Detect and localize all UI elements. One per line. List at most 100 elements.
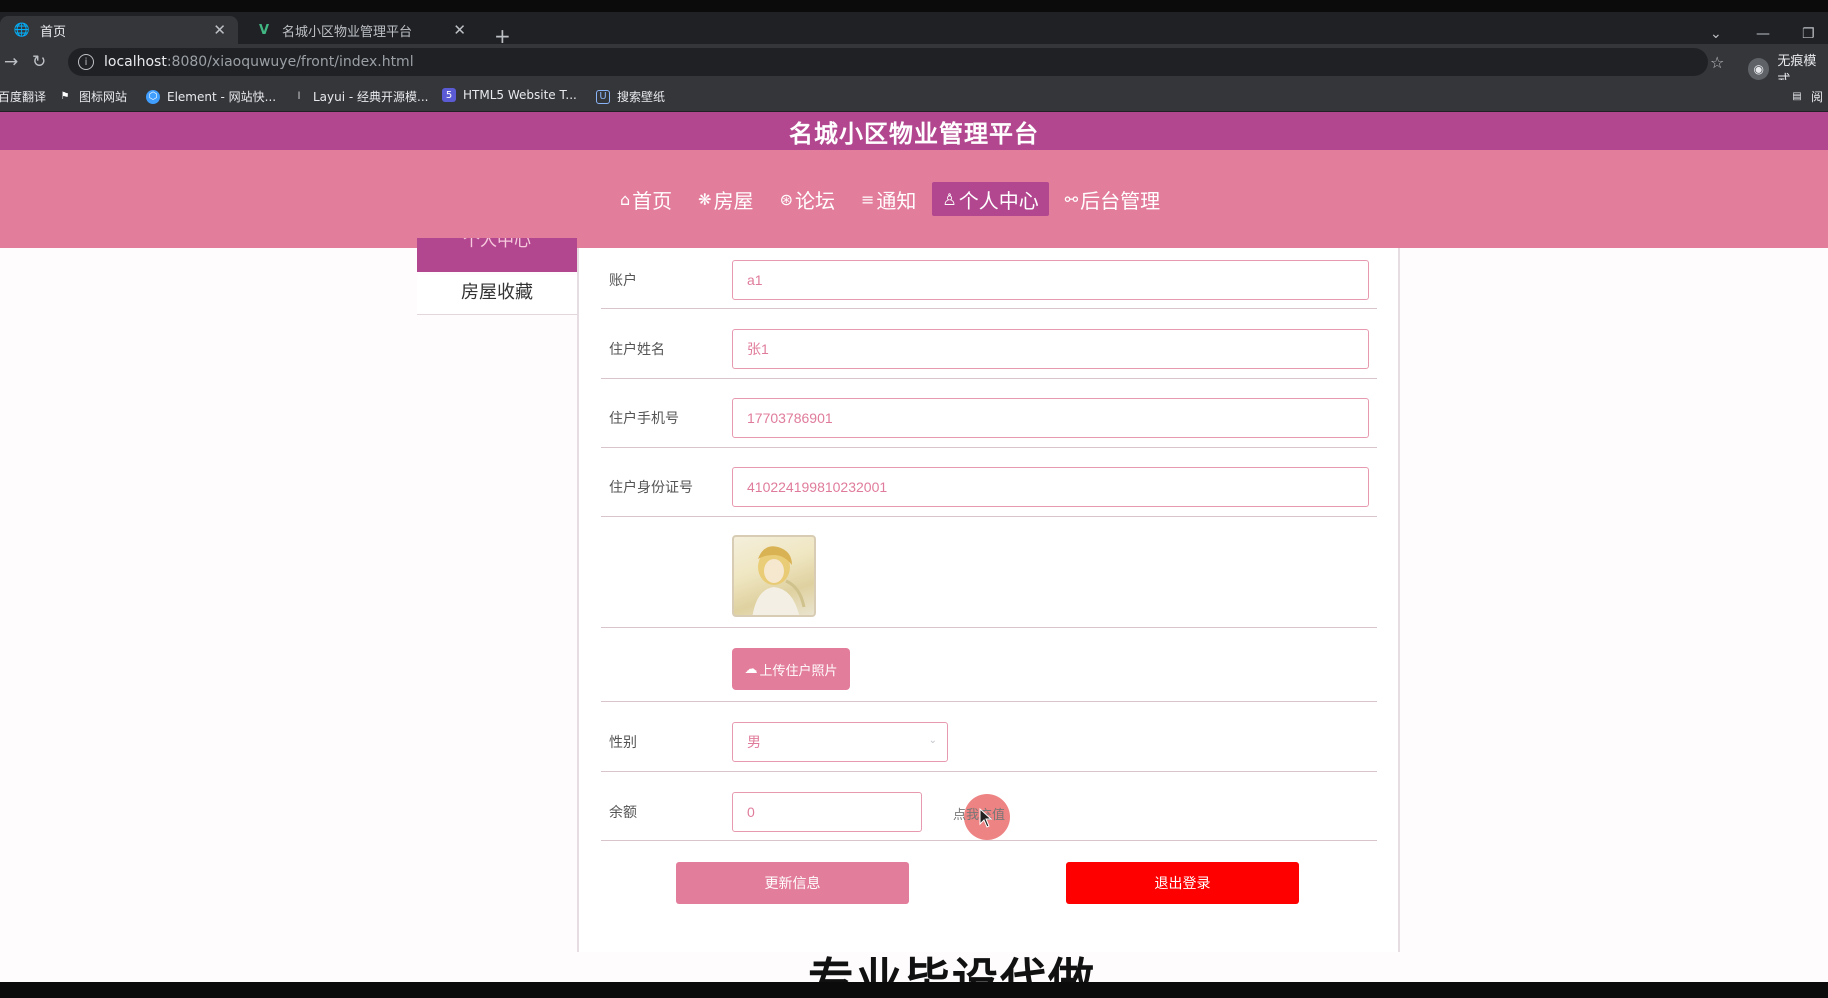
phone-label: 住户手机号 — [609, 411, 679, 427]
tab-title: 名城小区物业管理平台 — [282, 24, 413, 40]
flag-icon: ⚑ — [60, 91, 70, 102]
reading-list-icon: ▤ — [1792, 91, 1802, 102]
bookmark-label: 百度翻译 — [0, 90, 47, 104]
account-input[interactable]: a1 — [732, 260, 1369, 300]
id-label: 住户身份证号 — [609, 480, 693, 496]
close-icon[interactable]: ✕ — [213, 21, 226, 39]
chevron-down-icon: ⌄ — [928, 735, 937, 746]
watermark-label: 专业毕设代做 — [808, 953, 1096, 982]
reading-list[interactable]: ▤ 阅 — [1790, 88, 1823, 105]
reload-icon[interactable]: ↻ — [32, 52, 46, 72]
nav-personal-center[interactable]: ♙ 个人中心 — [932, 182, 1049, 216]
nav-label: 通知 — [876, 188, 917, 213]
form-row-id: 住户身份证号 410224199810232001 — [601, 448, 1377, 517]
upload-label: 上传住户照片 — [759, 663, 838, 679]
url-host: localhost — [104, 54, 167, 70]
sidebar-item-label: 个人中心 — [463, 238, 531, 251]
upload-photo-button[interactable]: ☁ 上传住户照片 — [732, 648, 850, 690]
form-row-account: 账户 a1 — [601, 248, 1377, 309]
chevron-down-icon[interactable]: ⌄ — [1710, 26, 1722, 42]
main-nav: ⌂ 首页 ❋ 房屋 ⊛ 论坛 ≡ 通知 ♙ 个人中心 ⚯ 后台管理 — [0, 150, 1828, 248]
nav-label: 论坛 — [794, 188, 835, 213]
browser-tab-bar: 🌐 首页 ✕ V 名城小区物业管理平台 ✕ + ⌄ — ❐ — [0, 0, 1828, 48]
star-icon[interactable]: ☆ — [1710, 53, 1724, 72]
form-row-name: 住户姓名 张1 — [601, 309, 1377, 379]
user-icon: ♙ — [942, 189, 957, 209]
form-row-balance: 余额 0 点我充值 — [601, 772, 1377, 841]
globe-icon: 🌐 — [13, 22, 31, 38]
site-title: 名城小区物业管理平台 — [789, 119, 1039, 148]
bookmark-item[interactable]: ⬡ Element - 网站快... — [146, 88, 276, 105]
form-row-gender: 性别 男 ⌄ — [601, 702, 1377, 772]
gender-label: 性别 — [609, 735, 637, 751]
form-row-photo — [601, 517, 1377, 628]
bookmark-item[interactable]: U 搜索壁纸 — [596, 88, 665, 105]
cloud-upload-icon: ☁ — [744, 661, 758, 677]
home-icon: ⌂ — [620, 189, 631, 209]
bookmark-label: 图标网站 — [79, 90, 128, 104]
site-header: 名城小区物业管理平台 — [0, 112, 1828, 150]
bookmark-item[interactable]: 5 HTML5 Website T... — [442, 88, 577, 102]
nav-home[interactable]: ⌂ 首页 — [610, 182, 682, 216]
layui-icon: l — [297, 91, 301, 102]
balance-input[interactable]: 0 — [732, 792, 922, 832]
account-label: 账户 — [609, 273, 637, 289]
form-row-upload: ☁ 上传住户照片 — [601, 628, 1377, 702]
flower-icon: ❋ — [698, 189, 712, 209]
gender-select[interactable]: 男 ⌄ — [732, 722, 948, 762]
link-icon: ⚯ — [1064, 189, 1079, 209]
reading-list-label: 阅 — [1811, 90, 1824, 104]
nav-house[interactable]: ❋ 房屋 — [688, 182, 763, 216]
nav-label: 房屋 — [713, 188, 754, 213]
id-input[interactable]: 410224199810232001 — [732, 467, 1369, 507]
nav-admin[interactable]: ⚯ 后台管理 — [1055, 182, 1170, 216]
incognito-icon: ◉ — [1748, 58, 1770, 80]
mouse-cursor-icon — [979, 808, 993, 828]
notice-icon: ≡ — [860, 189, 875, 209]
update-info-button[interactable]: 更新信息 — [676, 862, 909, 904]
bookmark-label: HTML5 Website T... — [463, 88, 577, 102]
tab-platform[interactable]: V 名城小区物业管理平台 ✕ — [240, 16, 478, 44]
sidebar-item-label: 房屋收藏 — [461, 282, 533, 303]
sidebar-item-house-favorites[interactable]: 房屋收藏 — [417, 275, 577, 315]
balance-label: 余额 — [609, 805, 637, 821]
vue-icon: V — [258, 22, 270, 38]
bookmark-label: 搜索壁纸 — [617, 90, 666, 104]
logout-button[interactable]: 退出登录 — [1066, 862, 1299, 904]
tab-home[interactable]: 🌐 首页 ✕ — [0, 16, 238, 44]
phone-input[interactable]: 17703786901 — [732, 398, 1369, 438]
profile-form: 账户 a1 住户姓名 张1 住户手机号 17703786901 住户身份证号 4… — [577, 248, 1400, 952]
url-field[interactable]: i localhost :8080/xiaoquwuye/front/index… — [68, 48, 1708, 76]
html5-icon: 5 — [442, 88, 456, 102]
bookmark-item[interactable]: 百度翻译 — [0, 88, 46, 105]
forward-icon[interactable]: → — [4, 52, 18, 72]
bookmark-label: Element - 网站快... — [167, 90, 277, 104]
nav-label: 首页 — [632, 188, 673, 213]
wallpaper-icon: U — [596, 89, 610, 104]
name-input[interactable]: 张1 — [732, 329, 1369, 369]
resident-photo — [732, 535, 816, 617]
tab-title: 首页 — [40, 24, 67, 40]
element-icon: ⬡ — [146, 89, 160, 104]
info-icon[interactable]: i — [78, 54, 94, 70]
restore-icon[interactable]: ❐ — [1802, 26, 1815, 42]
nav-notice[interactable]: ≡ 通知 — [851, 182, 926, 216]
video-border — [0, 982, 1828, 998]
gender-value: 男 — [747, 734, 761, 750]
nav-label: 后台管理 — [1080, 188, 1161, 213]
forum-icon: ⊛ — [779, 189, 793, 209]
url-path: :8080/xiaoquwuye/front/index.html — [166, 54, 414, 70]
bookmark-item[interactable]: l Layui - 经典开源模... — [292, 88, 429, 105]
bookmark-label: Layui - 经典开源模... — [313, 90, 429, 104]
form-row-phone: 住户手机号 17703786901 — [601, 379, 1377, 448]
close-icon[interactable]: ✕ — [453, 21, 466, 39]
portrait-illustration — [752, 546, 806, 615]
bookmark-item[interactable]: ⚑ 图标网站 — [58, 88, 128, 105]
sidebar-item-personal-center[interactable]: 个人中心 — [417, 238, 577, 272]
nav-forum[interactable]: ⊛ 论坛 — [770, 182, 845, 216]
minimize-icon[interactable]: — — [1756, 26, 1770, 42]
nav-label: 个人中心 — [958, 188, 1039, 213]
address-bar: → ↻ i localhost :8080/xiaoquwuye/front/i… — [0, 44, 1828, 88]
name-label: 住户姓名 — [609, 342, 665, 358]
watermark-text: 专业毕设代做 — [808, 952, 1168, 982]
